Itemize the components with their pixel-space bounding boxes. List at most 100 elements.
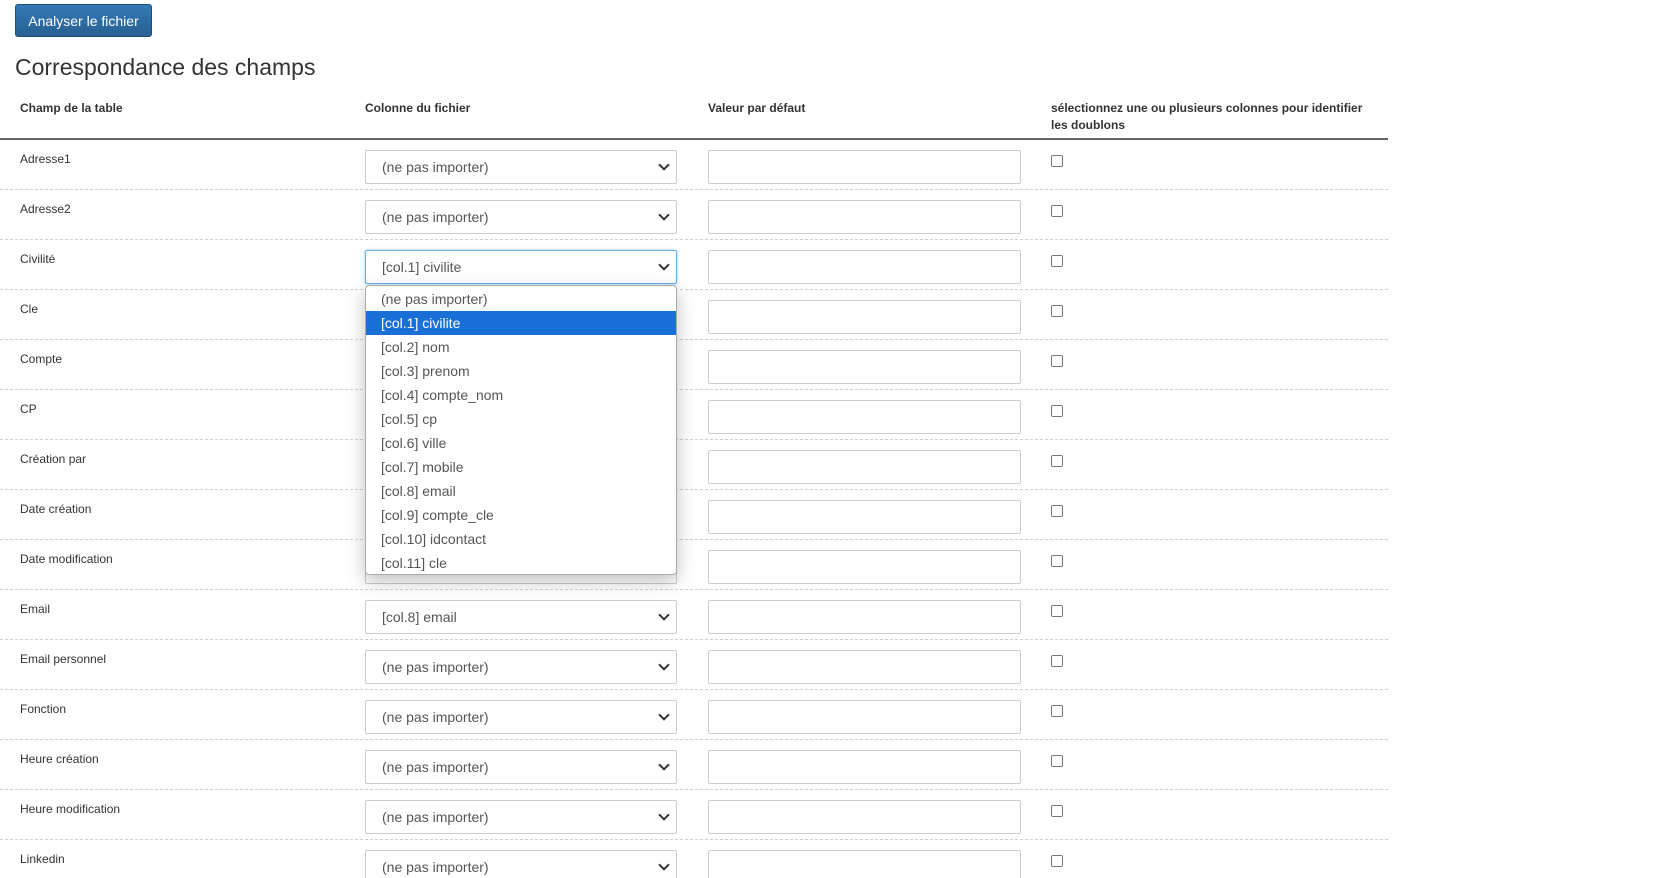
duplicate-key-checkbox[interactable] <box>1051 655 1063 667</box>
chevron-down-icon <box>658 759 670 771</box>
dropdown-option[interactable]: [col.9] compte_cle <box>366 503 676 527</box>
column-select[interactable]: (ne pas importer) <box>365 150 677 184</box>
field-label: Heure création <box>20 752 99 766</box>
default-value-input[interactable] <box>708 500 1021 534</box>
header-default-value: Valeur par défaut <box>708 101 806 115</box>
column-select[interactable]: (ne pas importer) <box>365 650 677 684</box>
table-row: Création par <box>0 440 1388 490</box>
column-select[interactable]: (ne pas importer) <box>365 850 677 878</box>
table-row: Date modification <box>0 540 1388 590</box>
column-select[interactable]: (ne pas importer) <box>365 750 677 784</box>
duplicate-key-checkbox[interactable] <box>1051 355 1063 367</box>
duplicate-key-checkbox[interactable] <box>1051 705 1063 717</box>
field-label: Email <box>20 602 51 616</box>
duplicate-key-checkbox[interactable] <box>1051 605 1063 617</box>
default-value-input[interactable] <box>708 800 1021 834</box>
field-label: Civilité <box>20 252 56 266</box>
table-row: Linkedin (ne pas importer) <box>0 840 1388 878</box>
column-select[interactable]: (ne pas importer) <box>365 200 677 234</box>
table-row: Email personnel (ne pas importer) <box>0 640 1388 690</box>
column-select[interactable]: (ne pas importer) <box>365 800 677 834</box>
table-row: CP <box>0 390 1388 440</box>
duplicate-key-checkbox[interactable] <box>1051 855 1063 867</box>
field-label: Heure modification <box>20 802 121 816</box>
duplicate-key-checkbox[interactable] <box>1051 255 1063 267</box>
dropdown-option[interactable]: [col.11] cle <box>366 551 676 575</box>
default-value-input[interactable] <box>708 450 1021 484</box>
column-select-value: (ne pas importer) <box>382 809 489 825</box>
column-select-value: (ne pas importer) <box>382 659 489 675</box>
header-table-field: Champ de la table <box>20 101 123 115</box>
dropdown-option[interactable]: [col.8] email <box>366 479 676 503</box>
default-value-input[interactable] <box>708 250 1021 284</box>
default-value-input[interactable] <box>708 700 1021 734</box>
default-value-input[interactable] <box>708 300 1021 334</box>
default-value-input[interactable] <box>708 850 1021 878</box>
chevron-down-icon <box>658 709 670 721</box>
default-value-input[interactable] <box>708 600 1021 634</box>
default-value-input[interactable] <box>708 550 1021 584</box>
column-dropdown-list: (ne pas importer) [col.1] civilite [col.2]… <box>365 285 677 575</box>
field-label: Date création <box>20 502 92 516</box>
column-select-value: (ne pas importer) <box>382 759 489 775</box>
chevron-down-icon <box>658 609 670 621</box>
field-label: Adresse1 <box>20 152 71 166</box>
column-select[interactable]: (ne pas importer) <box>365 700 677 734</box>
table-row: Adresse1 (ne pas importer) <box>0 140 1388 190</box>
field-label: Email personnel <box>20 652 107 666</box>
default-value-input[interactable] <box>708 150 1021 184</box>
column-select-value: (ne pas importer) <box>382 159 489 175</box>
default-value-input[interactable] <box>708 650 1021 684</box>
field-label: Compte <box>20 352 63 366</box>
chevron-down-icon <box>658 809 670 821</box>
duplicate-key-checkbox[interactable] <box>1051 155 1063 167</box>
table-row: Cle <box>0 290 1388 340</box>
dropdown-option[interactable]: (ne pas importer) <box>366 287 676 311</box>
dropdown-option[interactable]: [col.6] ville <box>366 431 676 455</box>
dropdown-option[interactable]: [col.7] mobile <box>366 455 676 479</box>
field-label: CP <box>20 402 37 416</box>
table-row: Email [col.8] email <box>0 590 1388 640</box>
duplicate-key-checkbox[interactable] <box>1051 505 1063 517</box>
dropdown-option[interactable]: [col.2] nom <box>366 335 676 359</box>
table-row: Date création <box>0 490 1388 540</box>
default-value-input[interactable] <box>708 750 1021 784</box>
column-select[interactable]: [col.8] email <box>365 600 677 634</box>
table-row: Heure création (ne pas importer) <box>0 740 1388 790</box>
table-row: Fonction (ne pas importer) <box>0 690 1388 740</box>
duplicate-key-checkbox[interactable] <box>1051 555 1063 567</box>
table-row: Civilité [col.1] civilite <box>0 240 1388 290</box>
dropdown-option[interactable]: [col.4] compte_nom <box>366 383 676 407</box>
chevron-down-icon <box>658 859 670 871</box>
chevron-down-icon <box>658 209 670 221</box>
default-value-input[interactable] <box>708 200 1021 234</box>
column-select-value: (ne pas importer) <box>382 209 489 225</box>
dropdown-option[interactable]: [col.1] civilite <box>366 311 676 335</box>
field-label: Fonction <box>20 702 67 716</box>
field-label: Adresse2 <box>20 202 71 216</box>
chevron-down-icon <box>658 259 670 271</box>
default-value-input[interactable] <box>708 350 1021 384</box>
column-select-value: (ne pas importer) <box>382 859 489 875</box>
duplicate-key-checkbox[interactable] <box>1051 455 1063 467</box>
dropdown-option[interactable]: [col.5] cp <box>366 407 676 431</box>
duplicate-key-checkbox[interactable] <box>1051 305 1063 317</box>
table-row: Compte <box>0 340 1388 390</box>
duplicate-key-checkbox[interactable] <box>1051 205 1063 217</box>
table-row: Adresse2 (ne pas importer) <box>0 190 1388 240</box>
field-label: Linkedin <box>20 852 65 866</box>
dropdown-option[interactable]: [col.10] idcontact <box>366 527 676 551</box>
field-label: Cle <box>20 302 39 316</box>
duplicate-key-checkbox[interactable] <box>1051 405 1063 417</box>
mapping-table-body: Adresse1 (ne pas importer) Adresse2 (ne pas… <box>0 140 1388 878</box>
column-select-value: [col.8] email <box>382 609 457 625</box>
column-select[interactable]: [col.1] civilite <box>365 250 677 284</box>
header-duplicates: sélectionnez une ou plusieurs colonnes p… <box>1051 101 1363 132</box>
field-label: Création par <box>20 452 87 466</box>
header-file-column: Colonne du fichier <box>365 101 471 115</box>
duplicate-key-checkbox[interactable] <box>1051 755 1063 767</box>
default-value-input[interactable] <box>708 400 1021 434</box>
analyse-file-button[interactable]: Analyser le fichier <box>15 4 152 37</box>
duplicate-key-checkbox[interactable] <box>1051 805 1063 817</box>
dropdown-option[interactable]: [col.3] prenom <box>366 359 676 383</box>
